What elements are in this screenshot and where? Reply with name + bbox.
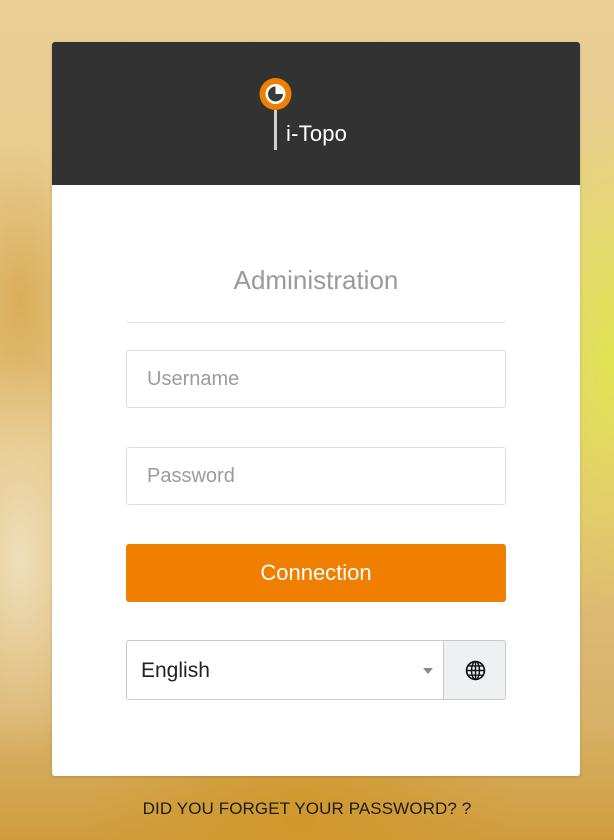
globe-icon	[465, 660, 486, 681]
caret-down-icon	[423, 668, 433, 674]
language-select[interactable]: English	[126, 640, 444, 700]
password-input[interactable]	[126, 447, 506, 505]
logo-text: i-Topo	[286, 121, 348, 146]
page-title: Administration	[233, 265, 399, 295]
forgot-password-link[interactable]: DID YOU FORGET YOUR PASSWORD? ?	[0, 799, 614, 819]
app-logo: i-Topo	[256, 76, 386, 156]
login-card: i-Topo Administration Connection English	[52, 42, 580, 776]
language-addon	[443, 640, 506, 700]
title-divider	[126, 322, 506, 323]
username-input[interactable]	[126, 350, 506, 408]
login-header: i-Topo	[52, 42, 580, 185]
connection-button[interactable]: Connection	[126, 544, 506, 602]
language-selector-group: English	[126, 640, 506, 700]
language-selected-value: English	[141, 659, 210, 682]
